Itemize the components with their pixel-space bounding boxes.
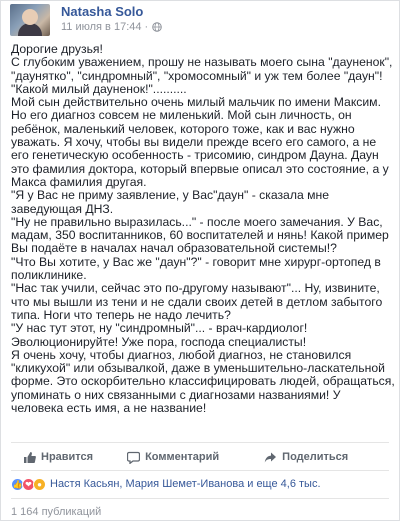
reactions-bottom-divider [11, 498, 389, 499]
post-paragraph: "Что Вы хотите, у Вас же "даун"?" - гово… [11, 254, 381, 283]
post-paragraph: С глубоким уважением, прошу не называть … [11, 55, 393, 96]
author-avatar[interactable] [10, 4, 50, 36]
post-header: Natasha Solo 11 июля в 17:44 · [10, 4, 390, 36]
share-label: Поделиться [282, 451, 349, 463]
post-paragraph: "Нас так учили, сейчас это по-другому на… [11, 281, 383, 322]
like-label: Нравится [41, 451, 94, 463]
thumbs-up-icon [24, 451, 36, 463]
share-button[interactable]: Поделиться [264, 448, 348, 466]
post-paragraph: Мой сын действительно очень милый мальчи… [11, 95, 389, 189]
facebook-post-card: Natasha Solo 11 июля в 17:44 · Дорогие д… [0, 0, 400, 521]
angry-reaction-icon: ● [33, 477, 46, 491]
post-body: Дорогие друзья! С глубоким уважением, пр… [11, 42, 395, 416]
like-button[interactable]: Нравится [23, 448, 93, 466]
post-actions-bar: Нравится Комментарий Поделиться [11, 448, 391, 466]
actions-bottom-divider [11, 470, 389, 471]
author-name[interactable]: Natasha Solo [61, 4, 143, 19]
reactions-summary[interactable]: 👍 ❤ ● Настя Касьян, Мария Шемет-Иванова … [11, 477, 321, 491]
comment-button[interactable]: Комментарий [127, 448, 219, 466]
share-icon [264, 452, 277, 462]
publications-count[interactable]: 1 164 публикаций [11, 506, 101, 518]
comment-label: Комментарий [145, 451, 220, 463]
post-meta: 11 июля в 17:44 · [61, 21, 163, 33]
post-paragraph: Я очень хочу, чтобы диагноз, любой диагн… [11, 347, 395, 416]
post-paragraph: "Ну не правильно выразилась..." - после … [11, 214, 389, 256]
post-paragraph: "У нас тут этот, ну "синдромный"... - вр… [11, 321, 308, 349]
post-paragraph: "Я у Вас не приму заявление, у Вас"даун"… [11, 188, 329, 216]
post-paragraph: Дорогие друзья! [11, 42, 103, 56]
globe-icon [152, 22, 163, 32]
post-timestamp[interactable]: 11 июля в 17:44 · [61, 21, 148, 33]
reactions-names[interactable]: Настя Касьян, Мария Шемет-Иванова и еще … [50, 478, 321, 490]
actions-top-divider [11, 442, 389, 443]
comment-icon [127, 451, 141, 464]
